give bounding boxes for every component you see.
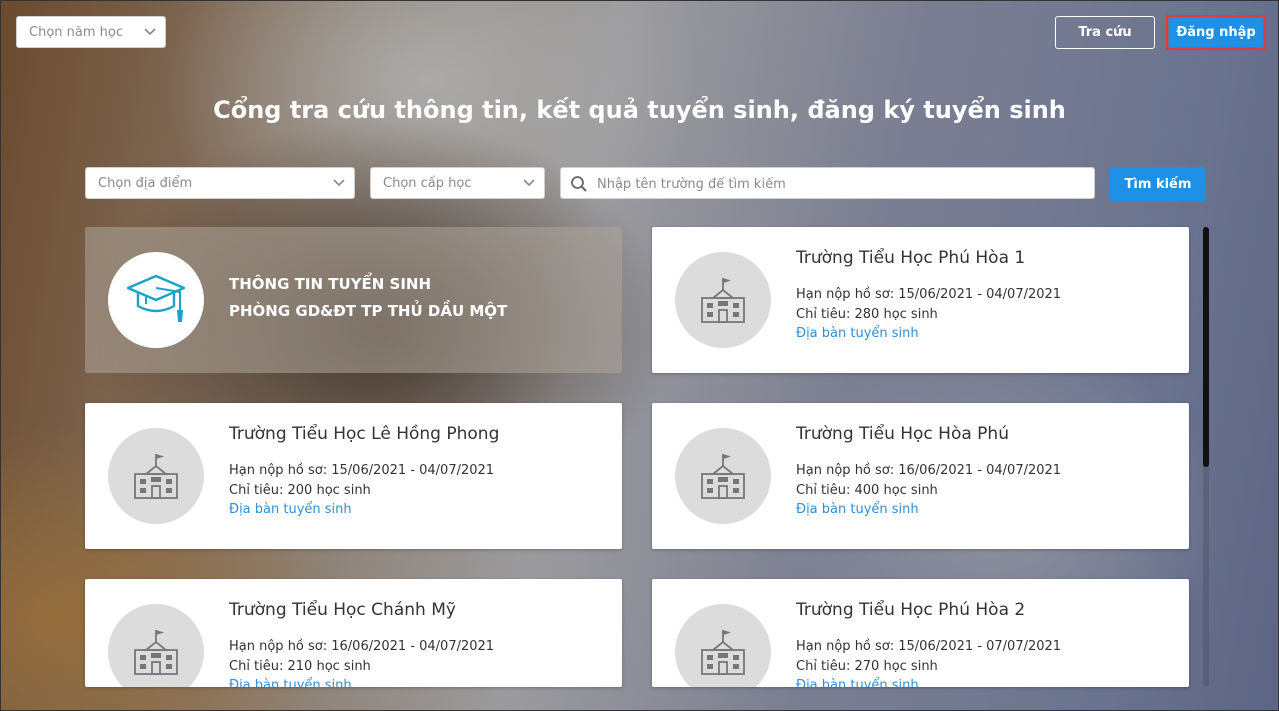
- search-input[interactable]: [595, 168, 1089, 200]
- school-quota: Chỉ tiêu: 210 học sinh: [229, 659, 371, 674]
- school-icon-circle: [675, 252, 771, 348]
- admission-area-link[interactable]: Địa bàn tuyển sinh: [229, 502, 352, 517]
- school-name[interactable]: Trường Tiểu Học Phú Hòa 2: [796, 600, 1025, 620]
- school-card[interactable]: Trường Tiểu Học Phú Hòa 1 Hạn nộp hồ sơ:…: [652, 227, 1189, 373]
- school-building-icon: [701, 630, 745, 675]
- school-building-icon: [134, 454, 178, 499]
- admission-area-link[interactable]: Địa bàn tuyển sinh: [796, 678, 919, 687]
- school-building-icon: [134, 630, 178, 675]
- school-card[interactable]: Trường Tiểu Học Hòa Phú Hạn nộp hồ sơ: 1…: [652, 403, 1189, 549]
- school-name[interactable]: Trường Tiểu Học Hòa Phú: [796, 424, 1009, 444]
- school-card[interactable]: Trường Tiểu Học Chánh Mỹ Hạn nộp hồ sơ: …: [85, 579, 622, 687]
- school-icon-circle: [108, 604, 204, 687]
- lookup-button[interactable]: Tra cứu: [1055, 16, 1155, 49]
- admission-area-link[interactable]: Địa bàn tuyển sinh: [796, 502, 919, 517]
- school-building-icon: [701, 278, 745, 323]
- school-icon-circle: [108, 428, 204, 524]
- school-name[interactable]: Trường Tiểu Học Phú Hòa 1: [796, 248, 1025, 268]
- search-icon: [571, 176, 587, 192]
- school-card[interactable]: Trường Tiểu Học Lê Hồng Phong Hạn nộp hồ…: [85, 403, 622, 549]
- school-level-select[interactable]: Chọn cấp học: [370, 167, 545, 199]
- school-icon-circle: [675, 604, 771, 687]
- school-name[interactable]: Trường Tiểu Học Lê Hồng Phong: [229, 424, 499, 444]
- search-box[interactable]: [560, 167, 1095, 200]
- school-year-select[interactable]: Chọn năm học: [16, 16, 166, 48]
- school-quota: Chỉ tiêu: 400 học sinh: [796, 483, 938, 498]
- school-year-select-value: Chọn năm học: [29, 24, 123, 40]
- school-deadline: Hạn nộp hồ sơ: 15/06/2021 - 04/07/2021: [229, 463, 495, 478]
- school-level-select-value: Chọn cấp học: [383, 175, 472, 191]
- scrollbar-thumb[interactable]: [1203, 227, 1209, 467]
- school-quota: Chỉ tiêu: 270 học sinh: [796, 659, 938, 674]
- school-quota: Chỉ tiêu: 200 học sinh: [229, 483, 371, 498]
- location-select[interactable]: Chọn địa điểm: [85, 167, 355, 199]
- banner-title-line1: THÔNG TIN TUYỂN SINH: [229, 275, 432, 293]
- school-name[interactable]: Trường Tiểu Học Chánh Mỹ: [229, 600, 456, 620]
- graduation-cap-icon: [126, 274, 186, 322]
- page-title: Cổng tra cứu thông tin, kết quả tuyển si…: [213, 96, 1066, 124]
- admission-area-link[interactable]: Địa bàn tuyển sinh: [796, 326, 919, 341]
- school-deadline: Hạn nộp hồ sơ: 16/06/2021 - 04/07/2021: [796, 463, 1062, 478]
- school-deadline: Hạn nộp hồ sơ: 15/06/2021 - 07/07/2021: [796, 639, 1062, 654]
- chevron-down-icon: [144, 28, 156, 36]
- school-deadline: Hạn nộp hồ sơ: 16/06/2021 - 04/07/2021: [229, 639, 495, 654]
- admission-area-link[interactable]: Địa bàn tuyển sinh: [229, 678, 352, 687]
- school-deadline: Hạn nộp hồ sơ: 15/06/2021 - 04/07/2021: [796, 287, 1062, 302]
- login-button[interactable]: Đăng nhập: [1169, 18, 1263, 47]
- location-select-value: Chọn địa điểm: [98, 175, 193, 191]
- admission-info-banner[interactable]: THÔNG TIN TUYỂN SINH PHÒNG GD&ĐT TP THỦ …: [85, 227, 622, 373]
- school-card[interactable]: Trường Tiểu Học Phú Hòa 2 Hạn nộp hồ sơ:…: [652, 579, 1189, 687]
- school-quota: Chỉ tiêu: 280 học sinh: [796, 307, 938, 322]
- chevron-down-icon: [523, 179, 535, 187]
- banner-title-line2: PHÒNG GD&ĐT TP THỦ DẦU MỘT: [229, 302, 508, 320]
- search-button[interactable]: Tìm kiếm: [1110, 167, 1206, 201]
- school-icon-circle: [675, 428, 771, 524]
- banner-icon-circle: [108, 252, 204, 348]
- chevron-down-icon: [333, 179, 345, 187]
- school-building-icon: [701, 454, 745, 499]
